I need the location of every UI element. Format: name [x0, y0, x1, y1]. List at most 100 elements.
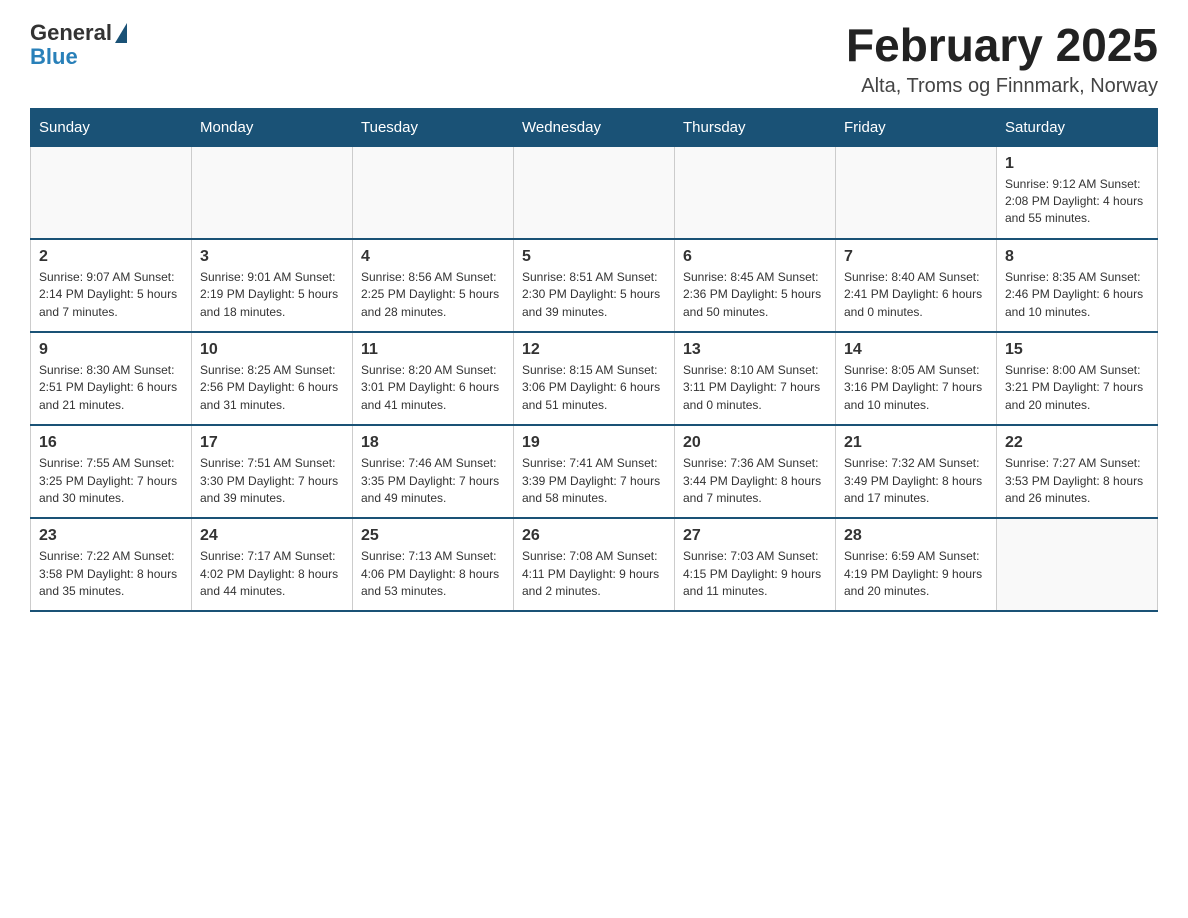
calendar-day-cell: 4Sunrise: 8:56 AM Sunset: 2:25 PM Daylig… — [353, 239, 514, 332]
page-header: General Blue February 2025 Alta, Troms o… — [30, 20, 1158, 98]
calendar-week-row: 16 Sunrise: 7:55 AM Sunset: 3:25 PM Dayli… — [31, 425, 1158, 518]
day-number: 12 — [522, 341, 666, 359]
calendar-day-cell: 17 Sunrise: 7:51 AM Sunset: 3:30 PM Dayli… — [192, 425, 353, 518]
day-number: 7 — [844, 248, 988, 266]
calendar-day-cell — [192, 146, 353, 239]
day-info: Sunrise: 7:27 AM Sunset: 3:53 PM Dayligh… — [1005, 455, 1149, 507]
calendar-day-cell: 19 Sunrise: 7:41 AM Sunset: 3:39 PM Dayli… — [514, 425, 675, 518]
day-info: Sunrise: 7:08 AM Sunset: 4:11 PM Dayligh… — [522, 548, 666, 600]
logo-blue-text: Blue — [30, 44, 78, 70]
day-number: 6 — [683, 248, 827, 266]
weekday-header-tuesday: Tuesday — [353, 108, 514, 146]
day-number: 25 — [361, 527, 505, 545]
calendar-day-cell: 10 Sunrise: 8:25 AM Sunset: 2:56 PM Dayli… — [192, 332, 353, 425]
day-info: Sunrise: 8:40 AM Sunset: 2:41 PM Dayligh… — [844, 269, 988, 321]
day-info: Sunrise: 9:01 AM Sunset: 2:19 PM Dayligh… — [200, 269, 344, 321]
day-info: Sunrise: 7:22 AM Sunset: 3:58 PM Dayligh… — [39, 548, 183, 600]
day-number: 3 — [200, 248, 344, 266]
calendar-day-cell — [514, 146, 675, 239]
weekday-header-row: SundayMondayTuesdayWednesdayThursdayFrid… — [31, 108, 1158, 146]
day-info: Sunrise: 8:15 AM Sunset: 3:06 PM Dayligh… — [522, 362, 666, 414]
calendar-day-cell: 28 Sunrise: 6:59 AM Sunset: 4:19 PM Dayli… — [836, 518, 997, 611]
day-number: 1 — [1005, 155, 1149, 173]
day-number: 17 — [200, 434, 344, 452]
day-number: 4 — [361, 248, 505, 266]
calendar-day-cell: 20 Sunrise: 7:36 AM Sunset: 3:44 PM Dayli… — [675, 425, 836, 518]
day-number: 28 — [844, 527, 988, 545]
logo: General Blue — [30, 20, 127, 70]
day-info: Sunrise: 8:35 AM Sunset: 2:46 PM Dayligh… — [1005, 269, 1149, 321]
calendar-day-cell: 6 Sunrise: 8:45 AM Sunset: 2:36 PM Daylig… — [675, 239, 836, 332]
day-info: Sunrise: 8:00 AM Sunset: 3:21 PM Dayligh… — [1005, 362, 1149, 414]
calendar-day-cell — [836, 146, 997, 239]
calendar-day-cell: 8 Sunrise: 8:35 AM Sunset: 2:46 PM Daylig… — [997, 239, 1158, 332]
day-number: 21 — [844, 434, 988, 452]
day-number: 10 — [200, 341, 344, 359]
calendar-day-cell: 3 Sunrise: 9:01 AM Sunset: 2:19 PM Daylig… — [192, 239, 353, 332]
calendar-day-cell: 27Sunrise: 7:03 AM Sunset: 4:15 PM Dayli… — [675, 518, 836, 611]
day-number: 14 — [844, 341, 988, 359]
day-number: 16 — [39, 434, 183, 452]
day-info: Sunrise: 7:41 AM Sunset: 3:39 PM Dayligh… — [522, 455, 666, 507]
calendar-day-cell: 14 Sunrise: 8:05 AM Sunset: 3:16 PM Dayli… — [836, 332, 997, 425]
calendar-day-cell: 24 Sunrise: 7:17 AM Sunset: 4:02 PM Dayli… — [192, 518, 353, 611]
day-number: 26 — [522, 527, 666, 545]
day-number: 13 — [683, 341, 827, 359]
day-number: 9 — [39, 341, 183, 359]
calendar-day-cell: 18 Sunrise: 7:46 AM Sunset: 3:35 PM Dayli… — [353, 425, 514, 518]
day-info: Sunrise: 8:05 AM Sunset: 3:16 PM Dayligh… — [844, 362, 988, 414]
logo-triangle-icon — [115, 23, 127, 43]
calendar-day-cell: 21 Sunrise: 7:32 AM Sunset: 3:49 PM Dayli… — [836, 425, 997, 518]
calendar-day-cell: 5Sunrise: 8:51 AM Sunset: 2:30 PM Daylig… — [514, 239, 675, 332]
day-info: Sunrise: 6:59 AM Sunset: 4:19 PM Dayligh… — [844, 548, 988, 600]
day-info: Sunrise: 7:55 AM Sunset: 3:25 PM Dayligh… — [39, 455, 183, 507]
day-info: Sunrise: 9:12 AM Sunset: 2:08 PM Dayligh… — [1005, 176, 1149, 228]
calendar-day-cell: 16 Sunrise: 7:55 AM Sunset: 3:25 PM Dayli… — [31, 425, 192, 518]
day-number: 20 — [683, 434, 827, 452]
calendar-day-cell — [675, 146, 836, 239]
calendar-day-cell: 13 Sunrise: 8:10 AM Sunset: 3:11 PM Dayli… — [675, 332, 836, 425]
weekday-header-friday: Friday — [836, 108, 997, 146]
day-info: Sunrise: 8:25 AM Sunset: 2:56 PM Dayligh… — [200, 362, 344, 414]
day-info: Sunrise: 7:13 AM Sunset: 4:06 PM Dayligh… — [361, 548, 505, 600]
calendar-week-row: 23 Sunrise: 7:22 AM Sunset: 3:58 PM Dayli… — [31, 518, 1158, 611]
calendar-week-row: 2 Sunrise: 9:07 AM Sunset: 2:14 PM Daylig… — [31, 239, 1158, 332]
day-info: Sunrise: 8:45 AM Sunset: 2:36 PM Dayligh… — [683, 269, 827, 321]
day-number: 23 — [39, 527, 183, 545]
calendar-day-cell — [997, 518, 1158, 611]
weekday-header-saturday: Saturday — [997, 108, 1158, 146]
calendar-day-cell: 12 Sunrise: 8:15 AM Sunset: 3:06 PM Dayli… — [514, 332, 675, 425]
day-number: 19 — [522, 434, 666, 452]
day-number: 24 — [200, 527, 344, 545]
calendar-day-cell — [31, 146, 192, 239]
calendar-week-row: 1 Sunrise: 9:12 AM Sunset: 2:08 PM Daylig… — [31, 146, 1158, 239]
day-number: 11 — [361, 341, 505, 359]
day-info: Sunrise: 9:07 AM Sunset: 2:14 PM Dayligh… — [39, 269, 183, 321]
day-number: 8 — [1005, 248, 1149, 266]
calendar-day-cell: 15Sunrise: 8:00 AM Sunset: 3:21 PM Dayli… — [997, 332, 1158, 425]
day-info: Sunrise: 7:17 AM Sunset: 4:02 PM Dayligh… — [200, 548, 344, 600]
calendar-table: SundayMondayTuesdayWednesdayThursdayFrid… — [30, 108, 1158, 613]
calendar-day-cell: 2 Sunrise: 9:07 AM Sunset: 2:14 PM Daylig… — [31, 239, 192, 332]
calendar-week-row: 9 Sunrise: 8:30 AM Sunset: 2:51 PM Daylig… — [31, 332, 1158, 425]
day-number: 5 — [522, 248, 666, 266]
day-info: Sunrise: 7:36 AM Sunset: 3:44 PM Dayligh… — [683, 455, 827, 507]
calendar-day-cell — [353, 146, 514, 239]
calendar-day-cell: 7 Sunrise: 8:40 AM Sunset: 2:41 PM Daylig… — [836, 239, 997, 332]
day-number: 27 — [683, 527, 827, 545]
day-info: Sunrise: 7:32 AM Sunset: 3:49 PM Dayligh… — [844, 455, 988, 507]
day-info: Sunrise: 8:20 AM Sunset: 3:01 PM Dayligh… — [361, 362, 505, 414]
day-info: Sunrise: 7:51 AM Sunset: 3:30 PM Dayligh… — [200, 455, 344, 507]
day-info: Sunrise: 7:46 AM Sunset: 3:35 PM Dayligh… — [361, 455, 505, 507]
day-number: 2 — [39, 248, 183, 266]
calendar-day-cell: 22 Sunrise: 7:27 AM Sunset: 3:53 PM Dayli… — [997, 425, 1158, 518]
calendar-subtitle: Alta, Troms og Finnmark, Norway — [846, 75, 1158, 98]
title-area: February 2025 Alta, Troms og Finnmark, N… — [846, 20, 1158, 98]
day-info: Sunrise: 8:10 AM Sunset: 3:11 PM Dayligh… — [683, 362, 827, 414]
day-info: Sunrise: 8:30 AM Sunset: 2:51 PM Dayligh… — [39, 362, 183, 414]
calendar-day-cell: 23 Sunrise: 7:22 AM Sunset: 3:58 PM Dayli… — [31, 518, 192, 611]
calendar-day-cell: 11 Sunrise: 8:20 AM Sunset: 3:01 PM Dayli… — [353, 332, 514, 425]
day-number: 18 — [361, 434, 505, 452]
calendar-day-cell: 26 Sunrise: 7:08 AM Sunset: 4:11 PM Dayli… — [514, 518, 675, 611]
day-number: 22 — [1005, 434, 1149, 452]
